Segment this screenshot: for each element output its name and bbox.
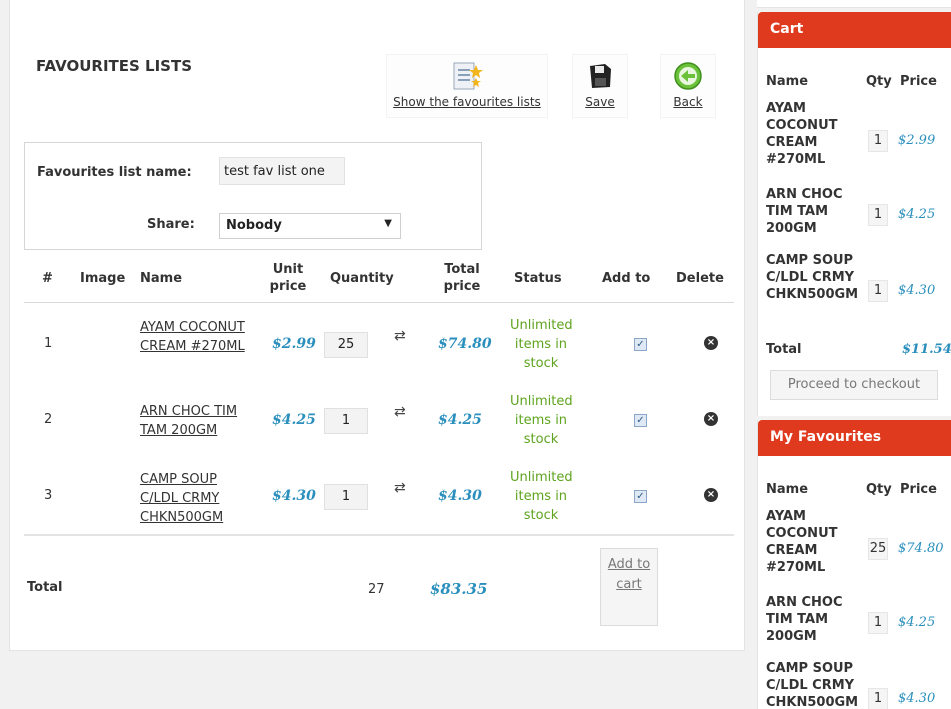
- row-num: 1: [44, 336, 53, 351]
- fav-col-name: Name: [766, 482, 809, 497]
- stock-status: Unlimited items in stock: [510, 394, 573, 447]
- cart-item-name[interactable]: CAMP SOUP C/LDL CRMY CHKN500GM: [766, 252, 860, 303]
- favourites-form: Favourites list name: test fav list one …: [24, 142, 482, 250]
- cart-item-price: $2.99: [898, 133, 936, 148]
- list-star-icon: [453, 62, 483, 90]
- cart-col-name: Name: [766, 74, 809, 89]
- header-delete: Delete: [676, 271, 724, 286]
- header-quantity: Quantity: [330, 271, 394, 286]
- total-price: $4.30: [438, 488, 482, 504]
- quantity-input[interactable]: 25: [324, 332, 368, 358]
- sidebar-top-edge: [757, 0, 951, 8]
- back-button[interactable]: Back: [660, 54, 716, 118]
- cart-item-qty[interactable]: 1: [868, 280, 888, 302]
- cart-total-label: Total: [766, 342, 802, 357]
- fav-item-price: $74.80: [898, 541, 944, 556]
- refresh-icon[interactable]: ⇄: [394, 328, 406, 344]
- fav-item-price: $4.30: [898, 691, 936, 706]
- header-unit-price: Unit price: [269, 262, 307, 294]
- header-total-price: Total price: [443, 262, 481, 294]
- unit-price: $4.30: [272, 488, 316, 504]
- cart-item-qty[interactable]: 1: [868, 130, 888, 152]
- fav-item-qty[interactable]: 25: [868, 538, 888, 560]
- table-total-quantity: 27: [368, 582, 385, 597]
- quantity-input[interactable]: 1: [324, 484, 368, 510]
- table-total-label: Total: [27, 580, 63, 595]
- cart-title: Cart: [758, 12, 951, 48]
- table-row: 3 CAMP SOUP C/LDL CRMY CHKN500GM $4.30 1…: [24, 458, 734, 534]
- fav-item-name[interactable]: CAMP SOUP C/LDL CRMY CHKN500GM: [766, 660, 860, 709]
- product-link[interactable]: AYAM COCONUT CREAM #270ML: [140, 318, 258, 356]
- footer-divider: [24, 534, 734, 536]
- fav-col-qty: Qty: [866, 482, 892, 497]
- header-status: Status: [514, 271, 562, 286]
- cart-col-price: Price: [900, 74, 937, 89]
- table-row: 2 ARN CHOC TIM TAM 200GM $4.25 1 ⇄ $4.25…: [24, 382, 734, 458]
- favourites-title: My Favourites: [758, 420, 951, 456]
- refresh-icon[interactable]: ⇄: [394, 404, 406, 420]
- floppy-disk-icon: [590, 64, 611, 88]
- add-to-cart-button[interactable]: Add to cart: [600, 548, 658, 626]
- product-link[interactable]: CAMP SOUP C/LDL CRMY CHKN500GM: [140, 470, 258, 527]
- fav-item-name[interactable]: ARN CHOC TIM TAM 200GM: [766, 594, 860, 645]
- cart-col-qty: Qty: [866, 74, 892, 89]
- cart-total-amount: $11.54: [902, 342, 951, 357]
- product-link[interactable]: ARN CHOC TIM TAM 200GM: [140, 402, 258, 440]
- fav-item-name[interactable]: AYAM COCONUT CREAM #270ML: [766, 508, 860, 576]
- cart-item-price: $4.25: [898, 207, 936, 222]
- delete-icon[interactable]: ×: [704, 336, 718, 350]
- delete-icon[interactable]: ×: [704, 412, 718, 426]
- refresh-icon[interactable]: ⇄: [394, 480, 406, 496]
- fav-item-qty[interactable]: 1: [868, 688, 888, 709]
- total-price: $74.80: [438, 336, 492, 352]
- fav-item-price: $4.25: [898, 615, 936, 630]
- back-arrow-icon: [674, 62, 702, 90]
- cart-item-name[interactable]: AYAM COCONUT CREAM #270ML: [766, 100, 860, 168]
- total-price: $4.25: [438, 412, 482, 428]
- chevron-down-icon: ▼: [384, 218, 392, 229]
- table-row: 1 AYAM COCONUT CREAM #270ML $2.99 25 ⇄ $…: [24, 306, 734, 382]
- cart-widget: Cart Name Qty Price AYAM COCONUT CREAM #…: [757, 12, 951, 416]
- share-label: Share:: [147, 217, 195, 232]
- add-to-checkbox[interactable]: ✓: [634, 338, 647, 351]
- unit-price: $4.25: [272, 412, 316, 428]
- show-favourites-lists-label: Show the favourites lists: [393, 95, 541, 109]
- add-to-checkbox[interactable]: ✓: [634, 490, 647, 503]
- page-title: FAVOURITES LISTS: [36, 57, 193, 75]
- quantity-input[interactable]: 1: [324, 408, 368, 434]
- favourites-panel: FAVOURITES LISTS Show the favourites lis…: [9, 0, 745, 651]
- header-name: Name: [140, 271, 183, 286]
- stock-status: Unlimited items in stock: [510, 470, 573, 523]
- stock-status: Unlimited items in stock: [510, 318, 573, 371]
- cart-item-price: $4.30: [898, 283, 936, 298]
- cart-item-qty[interactable]: 1: [868, 204, 888, 226]
- header-num: #: [42, 271, 53, 286]
- share-select-value: Nobody: [226, 218, 282, 233]
- add-to-checkbox[interactable]: ✓: [634, 414, 647, 427]
- save-button[interactable]: Save: [572, 54, 628, 118]
- table-total-amount: $83.35: [430, 580, 488, 598]
- list-name-label: Favourites list name:: [37, 165, 192, 180]
- proceed-to-checkout-button[interactable]: Proceed to checkout: [770, 370, 938, 400]
- row-num: 2: [44, 412, 53, 427]
- fav-col-price: Price: [900, 482, 937, 497]
- cart-item-name[interactable]: ARN CHOC TIM TAM 200GM: [766, 186, 860, 237]
- header-divider: [24, 302, 734, 303]
- row-num: 3: [44, 488, 53, 503]
- list-name-input[interactable]: test fav list one: [219, 157, 345, 185]
- save-label: Save: [585, 95, 615, 109]
- header-image: Image: [80, 271, 126, 286]
- fav-item-qty[interactable]: 1: [868, 612, 888, 634]
- show-favourites-lists-link[interactable]: Show the favourites lists: [386, 54, 548, 118]
- back-label: Back: [673, 95, 703, 109]
- share-select[interactable]: Nobody ▼: [219, 213, 401, 239]
- favourites-widget: My Favourites Name Qty Price AYAM COCONU…: [757, 420, 951, 709]
- unit-price: $2.99: [272, 336, 316, 352]
- delete-icon[interactable]: ×: [704, 488, 718, 502]
- header-add-to: Add to: [602, 271, 651, 286]
